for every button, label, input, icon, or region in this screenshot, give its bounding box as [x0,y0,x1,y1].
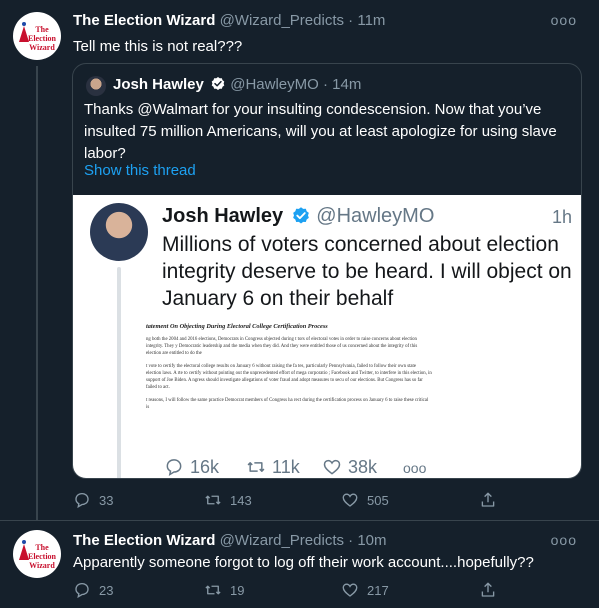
like-icon [342,583,358,597]
tweet-time[interactable]: 10m [357,532,386,549]
tweet[interactable]: The Election Wizard The Election Wizard … [0,522,599,608]
tweet-action-bar: 23 19 217 [73,581,583,601]
avatar[interactable]: The Election Wizard [13,530,61,578]
quoted-author-name: Josh Hawley [113,76,204,93]
tweet-time[interactable]: 11m [357,12,385,29]
reply-button[interactable]: 33 [73,491,113,509]
more-icon: ooo [403,460,427,476]
image-action-bar: 16k 11k 38k ooo [163,457,463,478]
election-wizard-logo: The Election Wizard [19,540,57,570]
reply-icon [166,459,182,477]
share-button[interactable] [479,581,497,599]
reply-count: 33 [99,492,114,508]
quoted-tweet[interactable]: Josh Hawley @HawleyMO · 14m Thanks @Walm… [72,63,582,479]
separator-dot: · [322,76,328,93]
document-paragraph: t vote to certify the electoral college … [146,364,432,390]
retweet-count: 143 [230,492,252,508]
tweet-text: Apparently someone forgot to log off the… [73,554,534,571]
logo-text-line-2: Election [28,552,57,561]
quoted-time: 14m [332,76,362,93]
election-wizard-logo: The Election Wizard [19,22,57,52]
like-button[interactable]: 505 [341,491,389,509]
quoted-text: Thanks @Walmart for your insulting conde… [84,101,557,162]
verified-badge-icon [292,207,309,224]
author-handle[interactable]: @Wizard_Predicts [220,532,344,549]
tweet-action-bar: 33 143 505 [73,491,583,511]
like-count: 217 [367,582,389,598]
thread-line [36,66,38,520]
more-icon[interactable]: ooo [551,532,577,548]
separator-dot: · [348,532,354,549]
image-avatar [90,203,148,261]
image-author-name: Josh Hawley [162,205,284,227]
statement-document: tatement On Objecting During Electoral C… [146,313,432,453]
quoted-header: Josh Hawley @HawleyMO · 14m [113,76,361,93]
image-reply-count: 16k [163,457,219,478]
logo-text-line-3: Wizard [29,43,55,52]
more-icon[interactable]: ooo [551,12,577,28]
retweet-button[interactable]: 143 [204,491,252,509]
separator-dot: · [348,12,354,29]
image-header: Josh Hawley @HawleyMO [162,205,434,228]
image-handle: @HawleyMO [316,205,435,227]
share-button[interactable] [479,491,497,509]
image-like-count: 38k [321,457,377,478]
share-icon [481,492,495,507]
image-thread-line [117,267,121,478]
author-handle[interactable]: @Wizard_Predicts [220,12,344,29]
tweet[interactable]: The Election Wizard The Election Wizard … [0,0,599,520]
retweet-button[interactable]: 19 [204,581,244,599]
like-icon [323,459,341,475]
document-paragraph: ng both the 2004 and 2016 elections, Dem… [146,337,418,356]
document-title: tatement On Objecting During Electoral C… [146,323,328,330]
quoted-avatar[interactable] [86,76,106,96]
logo-text-line-1: The [35,25,49,34]
image-time: 1h [551,207,572,227]
verified-badge-icon [211,77,225,90]
image-tweet-text: Millions of voters concerned about elect… [162,233,572,310]
retweet-icon [247,462,265,472]
avatar[interactable]: The Election Wizard [13,12,61,60]
quoted-handle: @HawleyMO [230,76,319,93]
tweet-divider [0,520,599,521]
tweet-header: The Election Wizard @Wizard_Predicts · 1… [73,12,385,29]
author-name[interactable]: The Election Wizard [73,532,215,549]
reply-icon [75,582,89,599]
like-icon [342,493,358,507]
tweet-text: Tell me this is not real??? [73,38,243,55]
like-button[interactable]: 217 [341,581,389,599]
share-icon [481,582,495,597]
logo-text-line-2: Election [28,34,57,43]
like-count: 505 [367,492,389,508]
logo-text-line-1: The [35,543,49,552]
tweet-header: The Election Wizard @Wizard_Predicts · 1… [73,532,387,549]
retweet-count: 19 [230,582,245,598]
logo-text-line-3: Wizard [29,561,55,570]
reply-button[interactable]: 23 [73,581,113,599]
author-name[interactable]: The Election Wizard [73,12,215,29]
quoted-tweet-image[interactable]: Josh Hawley @HawleyMO 1h Millions of vot… [73,195,581,478]
reply-icon [75,492,89,509]
document-paragraph: t reasons, I will follow the same practi… [146,398,429,410]
reply-count: 23 [99,582,114,598]
retweet-icon [205,585,221,595]
retweet-icon [205,495,221,505]
image-retweet-count: 11k [245,457,300,478]
show-thread-link[interactable]: Show this thread [84,162,196,179]
